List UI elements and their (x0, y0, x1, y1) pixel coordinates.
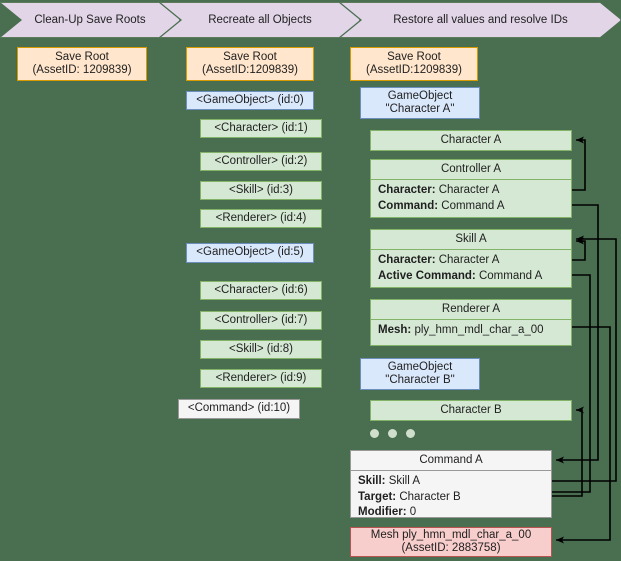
field-row: Target: Character B (358, 490, 545, 506)
field-row: Mesh: ply_hmn_mdl_char_a_00 (378, 323, 565, 339)
col2-node-10-label: <Command> (id:10) (187, 402, 291, 415)
col3-skill-a-fields: Character: Character A Active Command: C… (371, 250, 571, 287)
col3-character-a-title: Character A (440, 133, 502, 146)
col2-node-character-6: <Character> (id:6) (200, 281, 322, 300)
field-row: Character: Character A (378, 253, 565, 269)
wire-command-target-to-character-b (552, 406, 584, 497)
field-key: Modifier: (358, 506, 407, 519)
phase-step-3-label: Restore all values and resolve IDs (393, 13, 568, 26)
col2-node-6-label: <Character> (id:6) (214, 283, 308, 296)
ellipsis-dot (370, 429, 379, 438)
col3-controller-a-fields: Character: Character A Command: Command … (371, 180, 571, 217)
field-value: Skill A (388, 475, 421, 487)
col3-skill-a-box: Skill A Character: Character A Active Co… (370, 229, 572, 288)
col1-save-root-line1: Save Root (55, 50, 109, 63)
col2-node-controller-2: <Controller> (id:2) (200, 152, 322, 171)
col3-save-root-line1: Save Root (387, 50, 441, 63)
field-value: 0 (409, 506, 417, 519)
col3-renderer-a-title: Renderer A (371, 300, 571, 320)
field-value: Character A (438, 184, 500, 196)
col1-save-root-box: Save Root (AssetID: 1209839) (17, 47, 147, 81)
col3-controller-a-title: Controller A (371, 160, 571, 180)
col3-gameobject-a-box: GameObject "Character A" (360, 87, 480, 119)
phase-step-3: Restore all values and resolve IDs (340, 2, 621, 38)
field-key: Active Command: (378, 269, 476, 282)
col2-node-3-label: <Skill> (id:3) (229, 183, 293, 196)
col2-node-8-label: <Skill> (id:8) (229, 342, 293, 355)
field-value: Command A (441, 199, 505, 212)
wire-skill-character-to-character-a (572, 237, 586, 261)
col2-save-root-line1: Save Root (223, 50, 277, 63)
field-value: Character B (399, 490, 461, 503)
col3-gameobject-b-box: GameObject "Character B" (360, 358, 480, 390)
col2-node-gameobject-0: <GameObject> (id:0) (186, 91, 314, 110)
diagram-canvas: Clean-Up Save Roots Recreate all Objects… (0, 0, 621, 561)
field-value: Character A (438, 254, 500, 266)
field-row: Modifier: 0 (358, 505, 545, 521)
col2-node-controller-7: <Controller> (id:7) (200, 311, 322, 330)
field-key: Character: (378, 254, 436, 266)
phase-step-2-label: Recreate all Objects (208, 13, 312, 26)
col3-mesh-asset-line2: (AssetID: 2883758) (401, 542, 501, 554)
col2-node-2-label: <Controller> (id:2) (214, 154, 308, 167)
col3-mesh-asset-line1: Mesh ply_hmn_mdl_char_a_00 (370, 528, 532, 541)
phase-banner: Clean-Up Save Roots Recreate all Objects… (0, 0, 621, 40)
col2-node-renderer-4: <Renderer> (id:4) (200, 209, 322, 228)
col2-node-skill-3: <Skill> (id:3) (200, 181, 322, 200)
col3-gameobject-a-line1: GameObject (387, 89, 453, 102)
col3-renderer-a-fields: Mesh: ply_hmn_mdl_char_a_00 (371, 320, 571, 342)
field-key: Mesh: (378, 324, 412, 336)
ellipsis-indicator (370, 429, 415, 438)
col2-save-root-line2: (AssetID:1209839) (202, 64, 298, 76)
col3-command-a-fields: Skill: Skill A Target: Character B Modif… (351, 471, 551, 524)
col2-node-character-1: <Character> (id:1) (200, 119, 322, 138)
col2-node-skill-8: <Skill> (id:8) (200, 340, 322, 359)
col3-command-a-box: Command A Skill: Skill A Target: Charact… (350, 450, 552, 518)
field-row: Character: Character A (378, 183, 565, 199)
phase-step-1-label: Clean-Up Save Roots (34, 13, 146, 26)
phase-step-2: Recreate all Objects (160, 2, 360, 38)
field-value: ply_hmn_mdl_char_a_00 (414, 324, 544, 336)
col1-save-root-line2: (AssetID: 1209839) (32, 64, 132, 76)
col2-save-root-box: Save Root (AssetID:1209839) (186, 47, 314, 81)
wire-renderer-mesh-to-mesh-asset (556, 326, 611, 544)
col3-skill-a-title: Skill A (371, 230, 571, 250)
col2-node-gameobject-5: <GameObject> (id:5) (186, 243, 314, 263)
col2-node-0-label: <GameObject> (id:0) (196, 93, 304, 106)
ellipsis-dot (388, 429, 397, 438)
field-value: Command A (478, 269, 543, 282)
col3-character-b-title: Character B (440, 403, 502, 416)
col3-command-a-title: Command A (351, 451, 551, 471)
col3-gameobject-b-line1: GameObject (387, 360, 453, 373)
col2-node-7-label: <Controller> (id:7) (214, 313, 308, 326)
col3-character-b-box: Character B (370, 400, 572, 421)
field-key: Target: (358, 490, 397, 503)
col3-save-root-line2: (AssetID:1209839) (366, 64, 462, 76)
col3-character-a-box: Character A (370, 130, 572, 151)
ellipsis-dot (406, 429, 415, 438)
col3-save-root-box: Save Root (AssetID:1209839) (350, 47, 478, 81)
col3-mesh-asset-box: Mesh ply_hmn_mdl_char_a_00 (AssetID: 288… (350, 527, 552, 557)
col2-node-1-label: <Character> (id:1) (214, 121, 308, 134)
field-row: Skill: Skill A (358, 474, 545, 490)
field-key: Skill: (358, 475, 386, 487)
field-key: Command: (378, 199, 439, 212)
field-key: Character: (378, 184, 436, 196)
col3-gameobject-b-line2: "Character B" (385, 374, 455, 386)
col2-node-renderer-9: <Renderer> (id:9) (200, 369, 322, 388)
col2-node-5-label: <GameObject> (id:5) (196, 246, 304, 259)
col3-renderer-a-box: Renderer A Mesh: ply_hmn_mdl_char_a_00 (370, 299, 572, 346)
col2-node-9-label: <Renderer> (id:9) (215, 371, 307, 384)
col2-node-command-10: <Command> (id:10) (178, 399, 300, 419)
col3-controller-a-box: Controller A Character: Character A Comm… (370, 159, 572, 218)
col2-node-4-label: <Renderer> (id:4) (215, 211, 307, 224)
phase-step-1: Clean-Up Save Roots (0, 2, 180, 38)
col3-gameobject-a-line2: "Character A" (385, 103, 455, 115)
wire-controller-character-to-character-a (572, 136, 586, 191)
field-row: Active Command: Command A (378, 269, 565, 285)
field-row: Command: Command A (378, 199, 565, 215)
